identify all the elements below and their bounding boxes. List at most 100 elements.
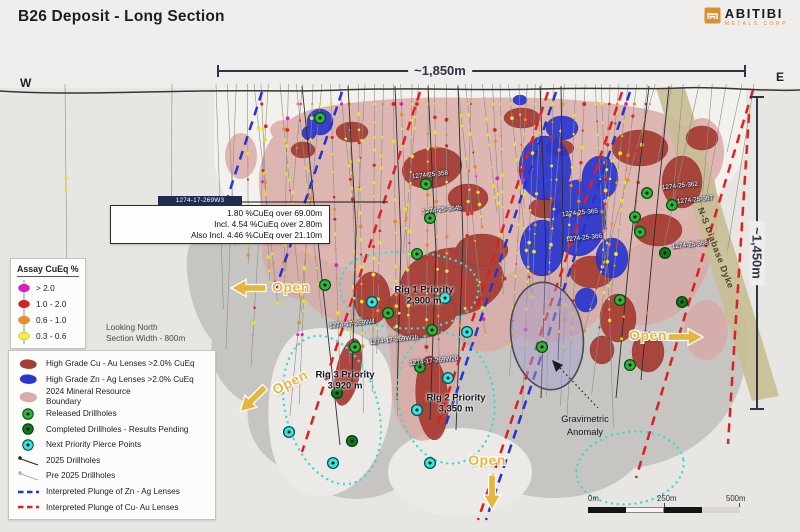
pierce-drillhole-marker [462,327,473,338]
released-drillhole-marker [642,188,653,199]
pierce-drillhole-marker [284,427,295,438]
assay-range-label: 0.6 - 1.0 [36,315,66,325]
legend-item: Completed Drillholes - Results Pending [15,422,210,438]
released-drillhole-marker [630,212,641,223]
legend-item-label: High Grade Zn - Ag Lenses >2.0% CuEq [46,375,194,384]
view-note-line1: Looking North [106,322,185,333]
legend-item: High Grade Cu - Au Lenses >2.0% CuEq [15,356,210,372]
assay-range-label: > 2.0 [36,283,55,293]
assay-legend-item: 0.6 - 1.0 [17,312,79,328]
map-scalebar: 0m 250m 500m [588,494,742,518]
released-drillhole-marker [315,113,326,124]
circle-legend-symbol [15,438,41,452]
map-legend-items: High Grade Cu - Au Lenses >2.0% CuEq High… [15,356,210,515]
assay-color-chip [17,280,31,296]
page-title: B26 Deposit - Long Section [18,8,225,26]
west-label: W [20,76,31,90]
scalebar-0m: 0m [588,494,599,503]
legend-item-label: Next Priority Pierce Points [46,440,141,449]
released-drillhole-marker [635,227,646,238]
assay-color-chip [17,296,31,312]
released-drillhole-marker [625,360,636,371]
section-depth-label: ~1,450m [750,221,765,285]
legend-item: Pre 2025 Drillholes [15,468,210,484]
scalebar-seg3 [664,507,702,513]
line-legend-symbol [15,469,41,483]
dash-legend-symbol [15,500,41,514]
completed-drillhole-marker [332,388,343,399]
line-legend-symbol [15,454,41,468]
callout-assay-line: Incl. 4.54 %CuEq over 2.80m [115,219,322,230]
abitibi-logo-icon [704,7,721,24]
scalebar-250m: 250m [657,494,677,503]
legend-item: Interpreted Plunge of Zn - Ag Lenses [15,484,210,500]
legend-item-label: Interpreted Plunge of Cu- Au Lenses [46,503,178,512]
legend-item: Released Drillholes [15,406,210,422]
assay-range-label: 0.3 - 0.6 [36,331,66,341]
legend-item: 2025 Drillholes [15,453,210,469]
view-note: Looking North Section Width - 800m [106,322,185,344]
legend-item-label: Completed Drillholes - Results Pending [46,425,188,434]
legend-item-label: High Grade Cu - Au Lenses >2.0% CuEq [46,359,195,368]
legend-item: High Grade Zn - Ag Lenses >2.0% CuEq [15,372,210,388]
completed-drillhole-marker [347,436,358,447]
legend-item: 2024 Mineral Resource Boundary [15,387,210,406]
scalebar-seg1 [588,507,626,513]
released-drillhole-marker [412,249,423,260]
completed-drillhole-marker [677,297,688,308]
assay-legend-items: > 2.0 1.0 - 2.0 0.6 - 1.0 0.3 - 0.6 [17,280,79,344]
assay-color-chip [17,312,31,328]
circle-legend-symbol [15,422,41,436]
logo-name: ABITIBI [725,7,788,20]
released-drillhole-marker [427,325,438,336]
released-drillhole-marker [320,280,331,291]
released-drillhole-marker [421,179,432,190]
pierce-drillhole-marker [328,458,339,469]
assay-legend-title: Assay CuEq % [17,264,79,277]
scalebar-seg2 [626,507,664,513]
legend-item-label: 2024 Mineral Resource Boundary [46,387,131,406]
callout-assay-line: Also Incl. 4.46 %CuEq over 21.10m [115,230,322,241]
map-legend-box: High Grade Cu - Au Lenses >2.0% CuEq High… [8,350,216,520]
released-drillhole-marker [350,342,361,353]
released-drillhole-marker [383,308,394,319]
logo-subtitle: METALS CORP [725,22,788,27]
assay-legend-item: 1.0 - 2.0 [17,296,79,312]
section-length-label: ~1,850m [408,63,472,78]
scalebar-bar [588,507,740,513]
assay-legend-item: 0.3 - 0.6 [17,328,79,344]
released-drillhole-marker [415,362,426,373]
scalebar-500m: 500m [726,494,746,503]
company-logo: ABITIBI METALS CORP [704,7,788,27]
callout-hole-id: 1274-17-269W3 [158,196,242,206]
pierce-drillhole-marker [412,405,423,416]
callout-assay-line: 1.80 %CuEq over 69.00m [115,208,322,219]
east-label: E [776,70,784,84]
pierce-drillhole-marker [440,293,451,304]
blob-legend-symbol [15,390,41,404]
circle-legend-symbol [15,407,41,421]
pierce-drillhole-marker [425,458,436,469]
pierce-drillhole-marker [367,297,378,308]
completed-drillhole-marker [660,248,671,259]
released-drillhole-marker [537,342,548,353]
legend-item-label: Interpreted Plunge of Zn - Ag Lenses [46,487,180,496]
legend-item-label: Pre 2025 Drillholes [46,471,115,480]
scalebar-seg4 [702,507,740,513]
pierce-drillhole-marker [443,373,454,384]
assay-color-chip [17,328,31,344]
assay-legend-item: > 2.0 [17,280,79,296]
long-section-infographic: B26 Deposit - Long Section ABITIBI METAL… [0,0,800,532]
view-note-line2: Section Width - 800m [106,333,185,344]
blob-legend-symbol [15,372,41,386]
assay-legend-box: Assay CuEq % > 2.0 1.0 - 2.0 0.6 - 1.0 0.3 … [10,258,86,349]
legend-item: Interpreted Plunge of Cu- Au Lenses [15,500,210,516]
blob-legend-symbol [15,357,41,371]
dash-legend-symbol [15,485,41,499]
assay-callout-box: 1.80 %CuEq over 69.00mIncl. 4.54 %CuEq o… [110,205,330,244]
legend-item-label: Released Drillholes [46,409,117,418]
released-drillhole-marker [615,295,626,306]
released-drillhole-marker [667,200,678,211]
released-drillhole-marker [425,213,436,224]
assay-range-label: 1.0 - 2.0 [36,299,66,309]
